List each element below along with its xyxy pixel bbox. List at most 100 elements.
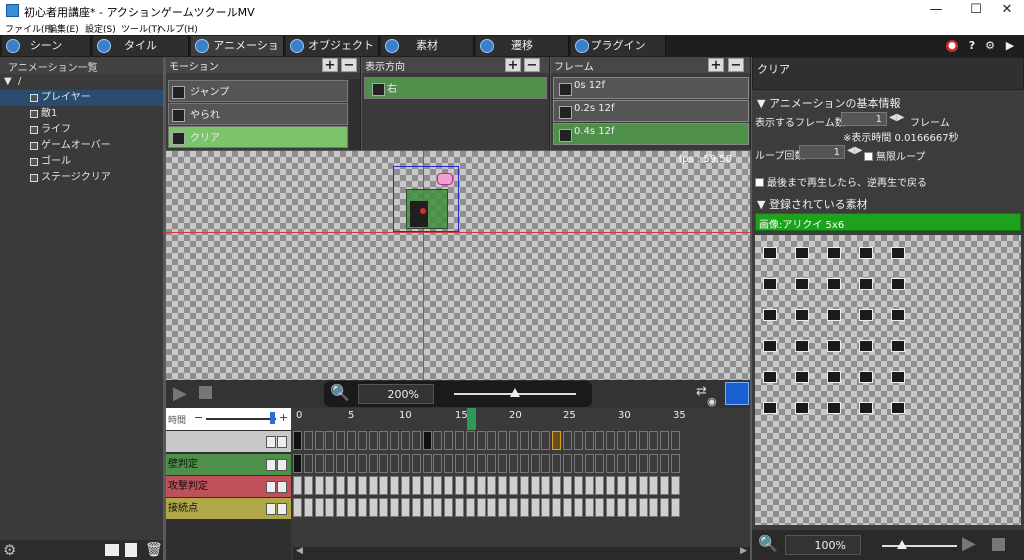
timeline-cell[interactable] xyxy=(584,476,594,495)
play-icon[interactable]: ▶ xyxy=(1004,40,1016,52)
timeline-cell[interactable] xyxy=(347,476,356,495)
timeline-cell[interactable] xyxy=(293,454,302,473)
sprite-sheet-preview[interactable] xyxy=(755,235,1021,525)
timeline-cell[interactable] xyxy=(498,454,508,473)
tab-plugin[interactable]: プラグイン xyxy=(571,36,666,56)
timeline-cell[interactable] xyxy=(422,431,432,450)
timeline-cell[interactable] xyxy=(357,476,367,495)
timeline-cell[interactable] xyxy=(563,454,572,473)
timeline-cell[interactable] xyxy=(509,454,518,473)
timeline-cell[interactable] xyxy=(498,431,508,450)
timeline-cell[interactable] xyxy=(530,498,540,517)
timeline-cell[interactable] xyxy=(519,431,529,450)
timeline-cell[interactable] xyxy=(541,454,551,473)
timeline-cell[interactable] xyxy=(455,454,464,473)
tree-item-stageclear[interactable]: ステージクリア xyxy=(0,170,163,186)
track-label-main[interactable] xyxy=(166,431,291,452)
timeline-cell[interactable] xyxy=(530,476,540,495)
add-direction-button[interactable]: + xyxy=(505,58,521,72)
timeline-cell[interactable] xyxy=(465,476,475,495)
track-label-wall[interactable]: 壁判定 xyxy=(166,454,291,475)
timeline-cell[interactable] xyxy=(530,431,540,450)
sprite-frame-thumbnail[interactable] xyxy=(891,247,905,259)
timeline-cell[interactable] xyxy=(573,498,583,517)
maximize-button[interactable]: ☐ xyxy=(959,0,993,21)
direction-item[interactable]: 右 xyxy=(364,77,547,99)
timeline-cell[interactable] xyxy=(465,498,475,517)
sprite-frame-thumbnail[interactable] xyxy=(827,278,841,290)
timeline-cell[interactable] xyxy=(336,476,346,495)
menu-file[interactable]: ファイル(F) xyxy=(5,22,53,35)
timeline-cell[interactable] xyxy=(649,454,659,473)
loop-input[interactable]: 1 xyxy=(799,145,845,159)
timeline-cell[interactable] xyxy=(433,454,443,473)
sprite-frame-thumbnail[interactable] xyxy=(795,402,809,414)
timeline-cell[interactable] xyxy=(422,476,432,495)
remove-motion-button[interactable]: − xyxy=(341,58,357,72)
timeline-cell[interactable] xyxy=(671,431,680,450)
timeline-cell[interactable] xyxy=(530,454,540,473)
timeline-cell[interactable] xyxy=(519,498,529,517)
timeline-cell[interactable] xyxy=(368,454,378,473)
reverse-play-checkbox[interactable]: 最後まで再生したら、逆再生で戻る xyxy=(755,174,927,189)
lock-eye-icons[interactable] xyxy=(265,502,289,515)
sprite-frame-thumbnail[interactable] xyxy=(795,278,809,290)
tree-item-goal[interactable]: ゴール xyxy=(0,154,163,170)
sprite-frame-thumbnail[interactable] xyxy=(763,247,777,259)
gear-icon[interactable]: ⚙ xyxy=(984,40,996,52)
menu-help[interactable]: ヘルプ(H) xyxy=(157,22,198,35)
sprite-zoom-thumb[interactable] xyxy=(897,540,907,549)
timeline-cell[interactable] xyxy=(422,498,432,517)
timeline-cell[interactable] xyxy=(455,476,464,495)
expand-arrow-icon[interactable]: ▼ xyxy=(4,74,12,90)
timeline-cell[interactable] xyxy=(660,431,670,450)
frame-item[interactable]: 0.2s 12f xyxy=(553,100,749,122)
sprite-frame-thumbnail[interactable] xyxy=(827,402,841,414)
origin-point-icon[interactable] xyxy=(420,208,426,214)
scroll-left-icon[interactable]: ◀ xyxy=(296,546,303,556)
timeline-cell[interactable] xyxy=(487,454,497,473)
timeline-cell[interactable] xyxy=(411,431,421,450)
timeline-cell[interactable] xyxy=(325,431,335,450)
timeline-cell[interactable] xyxy=(325,454,335,473)
trash-icon[interactable]: 🗑 xyxy=(145,542,163,558)
timeline-cell[interactable] xyxy=(660,498,670,517)
timeline-cell[interactable] xyxy=(563,498,572,517)
timeline-cell[interactable] xyxy=(455,431,464,450)
timeline-cell[interactable] xyxy=(379,476,389,495)
sprite-frame-thumbnail[interactable] xyxy=(859,247,873,259)
sprite-frame-thumbnail[interactable] xyxy=(891,278,905,290)
lock-eye-icons[interactable] xyxy=(265,480,289,493)
timeline-cell[interactable] xyxy=(336,431,346,450)
menu-tools[interactable]: ツール(T) xyxy=(121,22,161,35)
tree-item-gameover[interactable]: ゲームオーバー xyxy=(0,138,163,154)
timeline-cell[interactable] xyxy=(649,431,659,450)
timeline-cell[interactable] xyxy=(573,454,583,473)
timeline-h-scrollbar[interactable]: ◀ ▶ xyxy=(293,546,750,560)
timeline-cell[interactable] xyxy=(606,454,616,473)
timeline-cell[interactable] xyxy=(422,454,432,473)
frame-item[interactable]: 0s 12f xyxy=(553,77,749,99)
material-item[interactable]: 画像:アリクイ 5x6 xyxy=(755,213,1021,231)
plus-icon[interactable]: + xyxy=(279,411,288,424)
sprite-zoom-input[interactable]: 100% xyxy=(785,535,861,555)
timeline-cell[interactable] xyxy=(444,431,454,450)
timeline-cell[interactable] xyxy=(476,476,486,495)
tab-object[interactable]: オブジェクト xyxy=(286,36,379,56)
timeline-cell[interactable] xyxy=(595,454,605,473)
add-folder-icon[interactable] xyxy=(105,544,119,556)
timeline-cell[interactable] xyxy=(444,498,454,517)
sprite-zoom-slider[interactable] xyxy=(882,545,957,547)
timeline-cell[interactable] xyxy=(671,454,680,473)
timeline-cell[interactable] xyxy=(476,431,486,450)
timeline-cell[interactable] xyxy=(638,431,648,450)
timeline-cell[interactable] xyxy=(303,454,313,473)
swap-arrows-icon[interactable]: ⇄ xyxy=(696,384,707,399)
timeline-cell[interactable] xyxy=(519,476,529,495)
time-scale-slider[interactable] xyxy=(206,418,276,420)
tree-root[interactable]: ▼ / xyxy=(0,74,163,90)
timeline-cell[interactable] xyxy=(368,431,378,450)
timeline-cell[interactable] xyxy=(411,476,421,495)
timeline-cell[interactable] xyxy=(401,476,410,495)
timeline-cell[interactable] xyxy=(314,498,324,517)
